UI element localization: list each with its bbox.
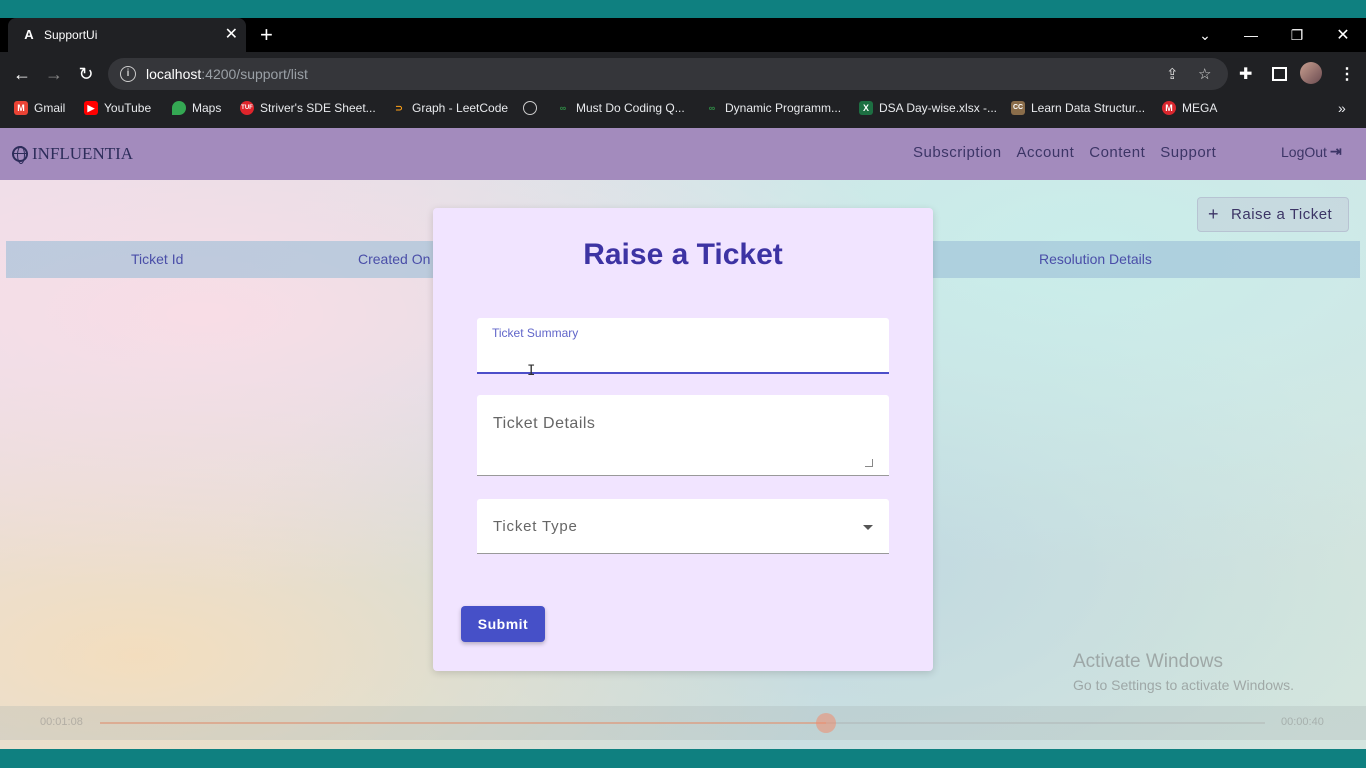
new-tab-icon[interactable]: + [260, 24, 273, 46]
screen: A SupportUi ✕ + ⌄ — ❐ ✕ ← → ↻ i localhos… [0, 0, 1366, 768]
duration-time: 00:00:40 [1281, 716, 1324, 728]
reload-icon[interactable]: ↻ [74, 62, 98, 86]
site-info-icon[interactable]: i [120, 66, 136, 82]
seek-progress [100, 722, 826, 724]
forward-icon[interactable]: → [42, 62, 66, 86]
nav-account[interactable]: Account [1017, 144, 1075, 161]
ticket-type-select[interactable]: Ticket Type [477, 499, 889, 554]
app-navbar: INFLUENTIA Subscription Account Content … [0, 128, 1366, 180]
bookmark-youtube[interactable]: ▶ YouTube [84, 96, 151, 120]
browser-toolbar: ← → ↻ i localhost:4200/support/list ⇪ ☆ [0, 52, 1366, 96]
dialog-title: Raise a Ticket [583, 238, 783, 271]
submit-button[interactable]: Submit [461, 606, 545, 642]
ticket-summary-label: Ticket Summary [492, 326, 579, 340]
ticket-summary-input[interactable]: Ticket Summary I [477, 318, 889, 379]
brand-name: INFLUENTIA [32, 144, 134, 163]
extensions-icon[interactable]: ✚ [1239, 64, 1252, 84]
chevron-down-icon [863, 525, 873, 530]
raise-ticket-label: Raise a Ticket [1231, 206, 1333, 223]
bookmark-maps[interactable]: Maps [172, 96, 221, 120]
avatar[interactable] [1300, 62, 1322, 84]
gfg-icon: ∞ [708, 103, 716, 113]
excel-icon: X [859, 101, 873, 115]
text-cursor-icon: I [527, 363, 536, 379]
maps-icon [172, 101, 186, 115]
url-host: localhost [146, 66, 202, 82]
browser-tab-bar: A SupportUi ✕ [0, 18, 1366, 52]
bookmark-gfg-dp[interactable]: ∞ Dynamic Programm... [705, 96, 841, 120]
video-seek-bar[interactable]: 00:01:08 00:00:40 [0, 706, 1366, 740]
mega-icon: M [1162, 101, 1176, 115]
bookmark-dsa-sheet[interactable]: X DSA Day-wise.xlsx -... [859, 96, 997, 120]
app-page: INFLUENTIA Subscription Account Content … [0, 128, 1366, 749]
globe-icon [523, 101, 537, 115]
close-window-icon[interactable]: ✕ [1320, 18, 1366, 52]
bookmark-mega[interactable]: M MEGA [1162, 96, 1217, 120]
logout-icon: ⇥ [1329, 143, 1342, 159]
gfg-icon: ∞ [559, 103, 567, 113]
browser-tab[interactable]: A SupportUi ✕ [8, 18, 246, 52]
logout-button[interactable]: LogOut ⇥ [1281, 143, 1342, 160]
bookmark-striver[interactable]: TUF Striver's SDE Sheet... [240, 96, 376, 120]
nav-subscription[interactable]: Subscription [913, 144, 1002, 161]
column-resolution-details: Resolution Details [1039, 251, 1152, 267]
side-panel-icon[interactable] [1272, 67, 1287, 81]
windows-activation-watermark: Activate Windows Go to Settings to activ… [1073, 651, 1294, 693]
tab-title: SupportUi [44, 28, 98, 42]
back-icon[interactable]: ← [10, 62, 34, 86]
column-created-on: Created On [358, 251, 431, 267]
bookmark-gmail[interactable]: M Gmail [14, 96, 65, 120]
close-tab-icon[interactable]: ✕ [225, 27, 238, 43]
gmail-icon: M [14, 101, 28, 115]
ticket-details-textarea[interactable]: Ticket Details [477, 395, 889, 476]
seek-handle[interactable] [816, 713, 836, 733]
bookmark-globe[interactable] [523, 96, 543, 120]
watermark-title: Activate Windows [1073, 651, 1223, 672]
column-ticket-id: Ticket Id [131, 251, 184, 267]
share-icon[interactable]: ⇪ [1166, 58, 1179, 90]
address-bar[interactable]: i localhost:4200/support/list ⇪ ☆ [108, 58, 1228, 90]
nav-content[interactable]: Content [1089, 144, 1145, 161]
watermark-subtitle: Go to Settings to activate Windows. [1073, 677, 1294, 693]
plus-icon: + [1208, 204, 1220, 224]
leetcode-icon: ⊃ [395, 103, 403, 113]
url-path: :4200/support/list [201, 66, 308, 82]
menu-icon[interactable]: ⋮ [1339, 64, 1355, 84]
nav-links: Subscription Account Content Support [913, 144, 1231, 161]
angular-icon: A [24, 27, 34, 42]
youtube-icon: ▶ [84, 101, 98, 115]
bookmark-leetcode[interactable]: ⊃ Graph - LeetCode [392, 96, 508, 120]
bookmark-learn-ds[interactable]: CC Learn Data Structur... [1011, 96, 1145, 120]
bookmark-gfg-must-do[interactable]: ∞ Must Do Coding Q... [556, 96, 685, 120]
logout-label: LogOut [1281, 143, 1327, 160]
raise-ticket-dialog: Raise a Ticket Ticket Summary I Ticket D… [433, 208, 933, 671]
bookmark-star-icon[interactable]: ☆ [1198, 58, 1211, 90]
resize-handle-icon[interactable] [865, 459, 873, 467]
nav-support[interactable]: Support [1160, 144, 1216, 161]
globe-icon [12, 146, 28, 164]
more-bookmarks-icon[interactable]: » [1338, 96, 1346, 120]
tab-search-icon[interactable]: ⌄ [1182, 18, 1228, 52]
current-time: 00:01:08 [40, 716, 83, 728]
minimize-icon[interactable]: — [1228, 18, 1274, 52]
restore-icon[interactable]: ❐ [1274, 18, 1320, 52]
raise-ticket-button[interactable]: + Raise a Ticket [1197, 197, 1349, 232]
ticket-type-placeholder: Ticket Type [493, 518, 578, 535]
tuf-icon: TUF [240, 101, 254, 115]
bookmarks-bar: M Gmail ▶ YouTube Maps TUF Striver's SDE Sh… [0, 96, 1366, 128]
brand-logo[interactable]: INFLUENTIA [12, 144, 133, 164]
ticket-details-placeholder: Ticket Details [493, 415, 596, 432]
cc-icon: CC [1011, 101, 1025, 115]
